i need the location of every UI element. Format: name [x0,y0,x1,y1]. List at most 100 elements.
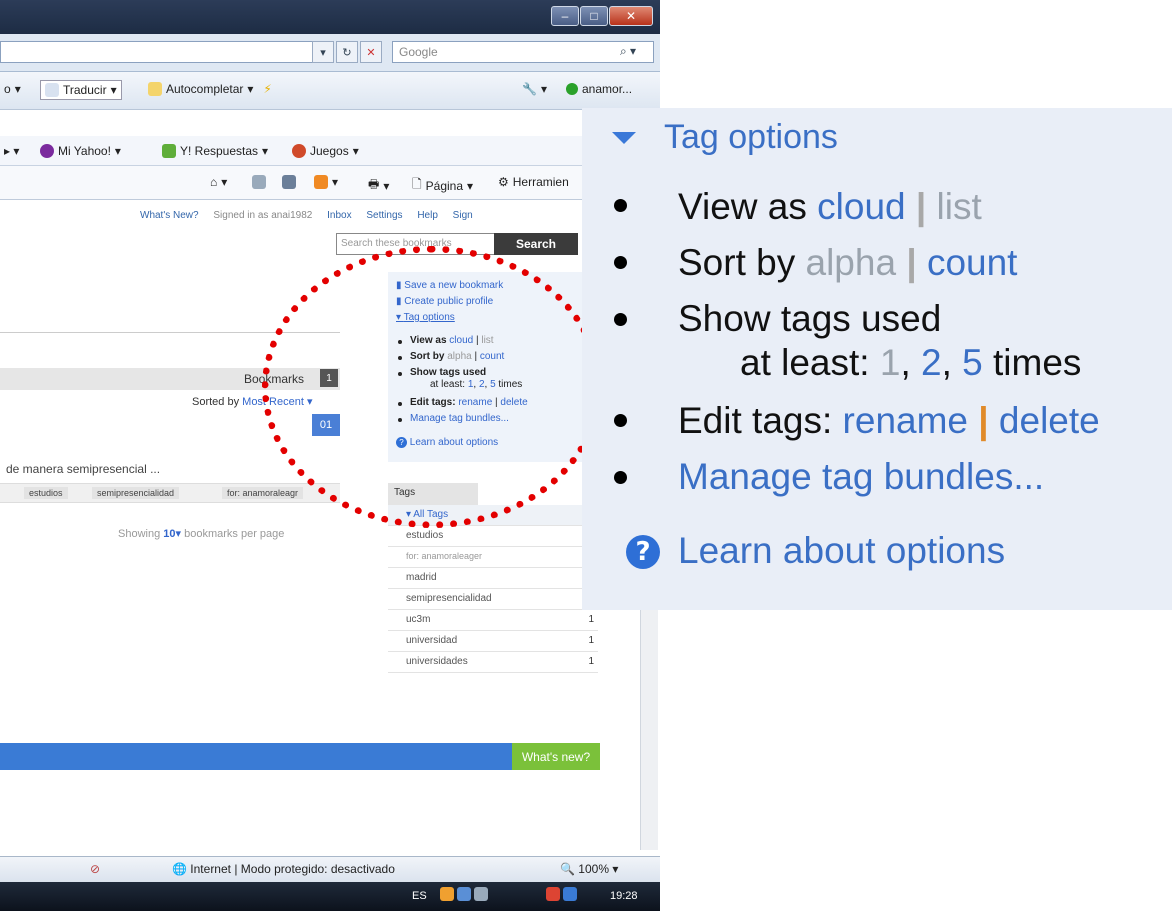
settings-link[interactable]: Settings [366,210,402,221]
tray-icon[interactable] [440,887,454,901]
toolbar-arrow[interactable]: ▸ ▾ [4,144,19,158]
cloud-link[interactable]: cloud [817,186,905,227]
dropdown-icon[interactable]: ▾ [312,41,334,63]
per-page-control: Showing 10▾ bookmarks per page [118,528,285,540]
wrench-icon: 🔧 [522,82,537,96]
rename-link[interactable]: rename [843,400,968,441]
volume-icon[interactable] [563,887,577,901]
toolbar-yahoo: ▸ ▾ Mi Yahoo! ▾ Y! Respuestas ▾ Juegos ▾ [0,136,600,166]
top-links: What's New? Signed in as anai1982 Inbox … [140,210,485,221]
triangle-down-icon [612,131,636,144]
clock[interactable]: 19:28 [610,890,638,902]
zoom-control[interactable]: 🔍 100% ▾ [560,862,618,876]
search-button[interactable]: Search [494,233,578,255]
bullet [614,199,627,212]
tray-icon[interactable] [457,887,471,901]
tag-options-callout: Tag options View as cloud | list Sort by… [582,108,1172,610]
tag-row[interactable]: madrid [388,568,598,589]
signed-in-text: Signed in as anai1982 [213,210,313,221]
maximize-button[interactable]: □ [580,6,608,26]
status-icon [566,83,578,95]
tag-row[interactable]: uc3m 1 [388,610,598,631]
globe-icon: 🌐 [172,862,187,876]
command-bar: ⌂ ▾ ▾ 🖶 ▾ 🗋 Página ▾ ⚙ Herramien [0,166,600,200]
tag-row[interactable]: for: anamoraleager [388,547,598,568]
bullet [614,414,627,427]
refresh-icon[interactable]: ↻ [336,41,358,63]
callout-title[interactable]: Tag options [664,118,838,157]
learn-options-link[interactable]: Learn about options [678,530,1005,572]
tray-icon[interactable] [546,887,560,901]
home-button[interactable]: ⌂ ▾ [210,175,227,189]
yahoo-answers-button[interactable]: Y! Respuestas ▾ [162,144,268,158]
tray-icons [440,887,488,901]
threshold-1-link[interactable]: 1 [880,342,901,383]
stop-icon[interactable]: ✕ [360,41,382,63]
title-bar: – □ ✕ [0,0,660,34]
translate-icon [45,83,59,97]
sort-by-row: Sort by alpha | count [678,242,1018,283]
help-icon[interactable]: ? [626,535,660,569]
url-input[interactable] [0,41,332,63]
account-button[interactable]: anamor... [566,82,632,96]
lightning-icon: ⚡ [263,82,272,96]
alpha-link[interactable]: alpha [806,242,897,283]
tag-row[interactable]: estudios [388,526,598,547]
bookmark-snippet: de manera semipresencial ... [6,462,161,476]
bullet [614,313,627,326]
tools-menu[interactable]: ⚙ Herramien [498,175,569,189]
rss-button[interactable]: ▾ [314,175,338,189]
games-button[interactable]: Juegos ▾ [292,144,359,158]
printer-icon: 🖶 [368,177,380,191]
tag-row[interactable]: semipresencialidad [388,589,598,610]
whats-new-link[interactable]: What's New? [140,210,199,221]
tag-chip[interactable]: for: anamoraleagr [222,487,304,499]
bullet [614,471,627,484]
whats-new-button[interactable]: What's new? [512,743,600,770]
help-link[interactable]: Help [417,210,438,221]
per-page-dropdown[interactable]: 10 [163,528,175,540]
minimize-button[interactable]: – [551,6,579,26]
yahoo-icon [40,144,54,158]
gear-icon: ⚙ [498,175,509,189]
print-preview-button[interactable] [282,175,296,189]
count-link[interactable]: count [927,242,1018,283]
tag-row[interactable]: universidades 1 [388,652,598,673]
show-tags-threshold-row: at least: 1, 2, 5 times [740,342,1082,383]
close-button[interactable]: ✕ [609,6,653,26]
popup-blocker-icon[interactable]: ⊘ [90,862,100,876]
toolbar-item-cut[interactable]: o ▾ [4,82,21,96]
footer-bar [0,743,512,770]
taskbar: ES 19:28 [0,882,660,911]
feeds-button[interactable] [252,175,266,189]
autocomplete-button[interactable]: Autocompletar ▾ ⚡ [148,82,272,96]
manage-bundles-link[interactable]: Manage tag bundles... [678,456,1044,498]
view-as-row: View as cloud | list [678,186,982,227]
rss-icon [314,175,328,189]
inbox-link[interactable]: Inbox [327,210,351,221]
network-icon[interactable] [474,887,488,901]
answers-icon [162,144,176,158]
tag-chip[interactable]: semipresencialidad [92,487,180,499]
delete-link[interactable]: delete [999,400,1100,441]
callout-header[interactable]: Tag options [612,118,838,157]
language-indicator[interactable]: ES [412,890,427,902]
tag-row[interactable]: universidad 1 [388,631,598,652]
toolbar-translate: o ▾ Traducir ▾ Autocompletar ▾ ⚡ 🔧 ▾ ana… [0,72,660,110]
browser-window: – □ ✕ ▾ ↻ ✕ Google ⌕ ▾ o ▾ Traducir ▾ Au… [0,0,660,911]
show-tags-row: Show tags used [678,298,942,339]
translate-button[interactable]: Traducir ▾ [40,80,122,100]
page-menu[interactable]: 🗋 Página ▾ [412,175,473,196]
wrench-button[interactable]: 🔧 ▾ [522,82,547,96]
sign-out-link[interactable]: Sign [453,210,473,221]
magnifier-icon[interactable]: ⌕ ▾ [620,44,636,59]
my-yahoo-button[interactable]: Mi Yahoo! ▾ [40,144,121,158]
tag-chip[interactable]: estudios [24,487,68,499]
browser-search-input[interactable]: Google [392,41,654,63]
threshold-5-link[interactable]: 5 [962,342,983,383]
edit-tags-row: Edit tags: rename | delete [678,400,1100,441]
print-button[interactable]: 🖶 ▾ [368,175,389,196]
threshold-2-link[interactable]: 2 [921,342,942,383]
status-bar: ⊘ 🌐 Internet | Modo protegido: desactiva… [0,856,660,882]
list-link[interactable]: list [937,186,982,227]
